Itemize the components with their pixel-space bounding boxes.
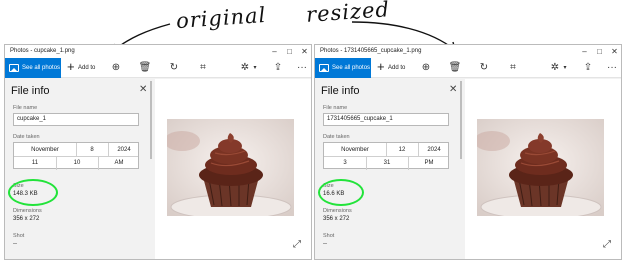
size-highlight-circle	[318, 179, 364, 206]
window-title: Photos - 1731405665_cupcake_1.png	[320, 48, 422, 54]
file-name-field[interactable]: cupcake_1	[13, 113, 139, 126]
dimensions-label: Dimensions	[13, 208, 42, 214]
date-month[interactable]: November	[324, 145, 386, 155]
date-time-picker[interactable]: November 12 2024 3 31 PM	[323, 142, 450, 170]
date-time-picker[interactable]: November 8 2024 11 10 AM	[13, 142, 140, 170]
dimensions-value: 356 x 272	[13, 216, 40, 222]
shot-value: --	[323, 241, 327, 247]
maximize-icon[interactable]: □	[282, 46, 297, 57]
date-year[interactable]: 2024	[418, 145, 450, 155]
file-name-label: File name	[13, 105, 38, 111]
close-panel-icon[interactable]: ✕	[449, 84, 457, 95]
see-all-label: See all photos	[332, 65, 371, 71]
time-minute[interactable]: 10	[56, 158, 98, 168]
time-hour[interactable]: 3	[324, 158, 366, 168]
delete-icon[interactable]: 🗑	[448, 62, 462, 74]
share-icon[interactable]: ⇪	[271, 62, 285, 74]
time-hour[interactable]: 11	[14, 158, 56, 168]
photos-window-resized: Photos - 1731405665_cupcake_1.png – □ ✕ …	[314, 44, 622, 260]
annotation-original: original	[175, 2, 268, 34]
expand-icon[interactable]: ⤢	[293, 239, 301, 250]
panel-title: File info	[321, 85, 360, 97]
add-to-label: Add to	[388, 65, 406, 71]
file-name-field[interactable]: 1731405665_cupcake_1	[323, 113, 449, 126]
date-day[interactable]: 8	[76, 145, 108, 155]
edit-dropdown-icon[interactable]: ▾	[248, 62, 262, 74]
minimize-icon[interactable]: –	[577, 46, 592, 57]
dimensions-value: 356 x 272	[323, 216, 350, 222]
expand-icon[interactable]: ⤢	[603, 239, 611, 250]
toolbar: See all photos + Add to ⊕ 🗑 ↻ ⌗ ✲ ▾ ⇪ ··…	[5, 58, 311, 78]
delete-icon[interactable]: 🗑	[138, 62, 152, 74]
file-name-label: File name	[323, 105, 348, 111]
date-taken-label: Date taken	[323, 134, 350, 140]
rotate-icon[interactable]: ↻	[167, 62, 181, 74]
zoom-in-icon[interactable]: ⊕	[109, 62, 123, 74]
add-to-label: Add to	[78, 65, 96, 71]
close-window-icon[interactable]: ✕	[607, 46, 621, 57]
file-info-panel: File info ✕ File name 1731405665_cupcake…	[315, 79, 465, 259]
photos-icon	[9, 64, 19, 72]
shot-value: --	[13, 241, 17, 247]
date-day[interactable]: 12	[386, 145, 418, 155]
panel-scrollbar[interactable]	[150, 81, 152, 159]
edit-dropdown-icon[interactable]: ▾	[558, 62, 572, 74]
see-all-photos-button[interactable]: See all photos	[5, 58, 61, 78]
file-info-panel: File info ✕ File name cupcake_1 Date tak…	[5, 79, 155, 259]
window-title: Photos - cupcake_1.png	[10, 48, 75, 54]
panel-title: File info	[11, 85, 50, 97]
crop-icon[interactable]: ⌗	[506, 62, 520, 74]
more-icon[interactable]: ···	[605, 62, 619, 74]
date-taken-label: Date taken	[13, 134, 40, 140]
shot-label: Shot	[323, 233, 335, 239]
zoom-in-icon[interactable]: ⊕	[419, 62, 433, 74]
minimize-icon[interactable]: –	[267, 46, 282, 57]
annotation-resized: resized	[305, 0, 391, 27]
rotate-icon[interactable]: ↻	[477, 62, 491, 74]
share-icon[interactable]: ⇪	[581, 62, 595, 74]
title-bar: Photos - cupcake_1.png – □ ✕	[5, 45, 311, 58]
plus-icon: +	[67, 59, 75, 74]
maximize-icon[interactable]: □	[592, 46, 607, 57]
shot-label: Shot	[13, 233, 25, 239]
date-month[interactable]: November	[14, 145, 76, 155]
time-ampm[interactable]: AM	[98, 158, 140, 168]
time-ampm[interactable]: PM	[408, 158, 450, 168]
close-panel-icon[interactable]: ✕	[139, 84, 147, 95]
dimensions-label: Dimensions	[323, 208, 352, 214]
see-all-photos-button[interactable]: See all photos	[315, 58, 371, 78]
cupcake-image	[477, 119, 604, 216]
size-highlight-circle	[8, 179, 58, 206]
photos-window-original: Photos - cupcake_1.png – □ ✕ See all pho…	[4, 44, 312, 260]
photo-viewer: ⤢	[155, 79, 311, 259]
photos-icon	[319, 64, 329, 72]
plus-icon: +	[377, 59, 385, 74]
cupcake-image	[167, 119, 294, 216]
close-window-icon[interactable]: ✕	[297, 46, 311, 57]
time-minute[interactable]: 31	[366, 158, 408, 168]
panel-scrollbar[interactable]	[460, 81, 462, 159]
date-year[interactable]: 2024	[108, 145, 140, 155]
crop-icon[interactable]: ⌗	[196, 62, 210, 74]
more-icon[interactable]: ···	[295, 62, 309, 74]
photo-viewer: ⤢	[465, 79, 621, 259]
title-bar: Photos - 1731405665_cupcake_1.png – □ ✕	[315, 45, 621, 58]
see-all-label: See all photos	[22, 65, 61, 71]
toolbar: See all photos + Add to ⊕ 🗑 ↻ ⌗ ✲ ▾ ⇪ ··…	[315, 58, 621, 78]
